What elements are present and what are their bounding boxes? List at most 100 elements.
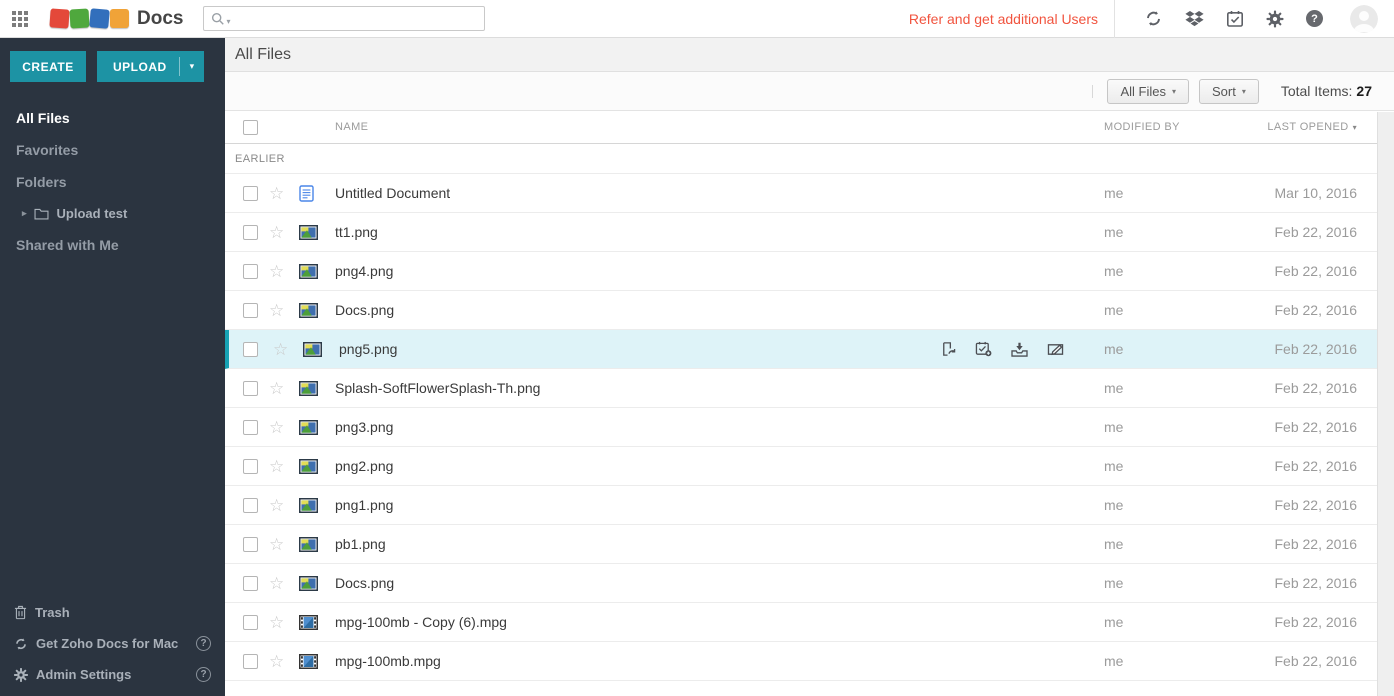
favorite-star-icon[interactable]: ☆ [269,302,284,319]
table-row[interactable]: ☆ [225,174,1377,213]
favorite-star-icon[interactable]: ☆ [269,224,284,241]
favorite-star-icon[interactable]: ☆ [269,653,284,670]
total-items-value: 27 [1356,83,1372,99]
favorite-star-icon[interactable]: ☆ [269,419,284,436]
favorite-star-icon[interactable]: ☆ [269,185,284,202]
favorite-star-icon[interactable]: ☆ [269,497,284,514]
sidebar-item[interactable]: ▸ Upload test [0,198,225,229]
help-icon[interactable]: ? [196,636,211,651]
table-row[interactable]: ☆ [225,330,1377,369]
file-name[interactable]: png1.png [335,497,393,513]
sidebar-item[interactable]: ▸ Folders [0,166,225,198]
dropbox-icon[interactable] [1185,10,1204,28]
scrollbar-track[interactable] [1377,112,1394,696]
file-name[interactable]: png4.png [335,263,393,279]
table-row[interactable]: ☆ [225,291,1377,330]
row-checkbox[interactable] [243,419,258,435]
file-type-icon [299,224,335,240]
row-checkbox[interactable] [243,575,258,591]
gear-icon[interactable] [1266,9,1284,28]
table-row[interactable]: ☆ [225,213,1377,252]
file-name[interactable]: png3.png [335,419,393,435]
file-type-icon [299,536,335,552]
favorite-star-icon[interactable]: ☆ [273,341,288,358]
main-content: All Files All Files ▾ Sort ▾ Total Items… [225,38,1394,696]
favorite-star-icon[interactable]: ☆ [269,575,284,592]
row-checkbox[interactable] [243,614,258,630]
edit-icon[interactable] [1047,342,1064,357]
zoho-logo[interactable] [49,8,130,29]
file-name[interactable]: Docs.png [335,575,394,591]
row-checkbox[interactable] [243,497,258,513]
table-row[interactable]: ☆ [225,369,1377,408]
share-icon[interactable] [940,341,956,357]
expand-caret-icon[interactable]: ▸ [22,208,27,219]
zoho-logo-tile [89,8,110,29]
file-name[interactable]: mpg-100mb.mpg [335,653,441,669]
help-icon[interactable]: ? [196,667,211,682]
favorite-star-icon[interactable]: ☆ [269,614,284,631]
file-name[interactable]: Untitled Document [335,185,450,201]
table-row[interactable]: ☆ [225,447,1377,486]
avatar[interactable] [1350,4,1378,33]
sidebar-item[interactable]: ▸ Favorites [0,134,225,166]
file-name[interactable]: pb1.png [335,536,386,552]
row-checkbox[interactable] [243,536,258,552]
row-checkbox[interactable] [243,458,258,474]
sort-dropdown-button[interactable]: Sort ▾ [1198,78,1259,104]
file-name[interactable]: tt1.png [335,224,378,240]
file-type-icon [303,341,339,357]
row-checkbox[interactable] [243,653,258,669]
sort-caret-icon: ▾ [1352,123,1357,132]
favorite-star-icon[interactable]: ☆ [269,263,284,280]
modified-by-column-header[interactable]: MODIFIED BY [1104,121,1224,133]
file-name[interactable]: Docs.png [335,302,394,318]
sidebar-item[interactable]: ▸ Shared with Me [0,229,225,261]
task-add-icon[interactable] [975,341,992,357]
search-input[interactable] [234,11,478,26]
file-name[interactable]: mpg-100mb - Copy (6).mpg [335,614,507,630]
sync-icon[interactable] [1144,9,1163,28]
create-button[interactable]: CREATE [10,51,86,82]
upload-button[interactable]: UPLOAD ▾ [97,51,205,82]
file-name[interactable]: png5.png [339,341,397,357]
last-opened-column-header[interactable]: LAST OPENED ▾ [1224,121,1377,133]
row-checkbox[interactable] [243,263,258,279]
row-checkbox[interactable] [243,302,258,318]
row-checkbox[interactable] [243,380,258,396]
row-checkbox[interactable] [243,341,258,357]
sidebar-item[interactable]: ▸ All Files [0,102,225,134]
sidebar-bottom-item[interactable]: Trash [0,597,225,628]
search-box[interactable]: ▾ [203,6,486,31]
upload-caret-icon[interactable]: ▾ [180,61,205,72]
favorite-star-icon[interactable]: ☆ [269,536,284,553]
tasks-icon[interactable] [1226,10,1244,28]
last-opened: Feb 22, 2016 [1274,302,1357,318]
sidebar-bottom-item[interactable]: Admin Settings ? [0,659,225,690]
file-type-icon [299,458,335,474]
refer-link[interactable]: Refer and get additional Users [909,11,1098,27]
table-row[interactable]: ☆ [225,486,1377,525]
filter-bar: All Files ▾ Sort ▾ Total Items: 27 [225,72,1394,111]
table-row[interactable]: ☆ [225,408,1377,447]
file-type-icon [299,302,335,318]
file-name[interactable]: png2.png [335,458,393,474]
app-launcher-icon[interactable] [12,10,28,27]
table-row[interactable]: ☆ [225,252,1377,291]
row-checkbox[interactable] [243,224,258,240]
download-icon[interactable] [1011,342,1028,357]
favorite-star-icon[interactable]: ☆ [269,458,284,475]
help-icon[interactable]: ? [1306,10,1323,27]
sidebar-bottom-item[interactable]: Get Zoho Docs for Mac ? [0,628,225,659]
select-all-checkbox[interactable] [243,119,258,135]
file-type-icon [299,653,335,669]
favorite-star-icon[interactable]: ☆ [269,380,284,397]
row-checkbox[interactable] [243,185,258,201]
name-column-header[interactable]: NAME [335,121,1104,133]
table-row[interactable]: ☆ [225,564,1377,603]
file-name[interactable]: Splash-SoftFlowerSplash-Th.png [335,380,540,396]
table-row[interactable]: ☆ [225,603,1377,642]
table-row[interactable]: ☆ [225,525,1377,564]
table-row[interactable]: ☆ [225,642,1377,681]
filter-dropdown-button[interactable]: All Files ▾ [1107,78,1189,104]
